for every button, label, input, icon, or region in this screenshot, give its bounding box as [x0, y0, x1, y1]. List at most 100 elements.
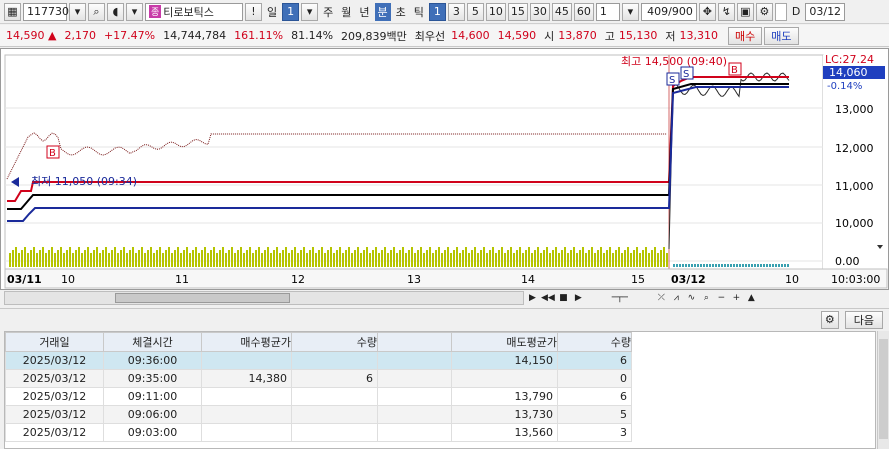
volume-bar [306, 253, 308, 267]
volume-bar [736, 264, 738, 267]
high-annotation: 최고 14,500 (09:40) [621, 55, 727, 68]
volume-bar [645, 247, 647, 267]
col-buy-avg[interactable]: 매수평균가 [201, 332, 292, 352]
volume-bar [261, 253, 263, 267]
minus-icon[interactable]: − [715, 291, 728, 305]
plus-icon[interactable]: + [730, 291, 743, 305]
code-dropdown[interactable]: ▾ [69, 2, 86, 21]
save-icon[interactable]: ▣ [736, 2, 754, 21]
volume-bar [666, 253, 668, 267]
interval-input[interactable]: 1 [595, 2, 620, 21]
col-trade-date[interactable]: 거래일 [5, 332, 104, 352]
trade-list-toolbar: ⚙ 다음 [0, 308, 889, 330]
volume-bar [156, 250, 158, 267]
interval-15[interactable]: 15 [507, 2, 528, 21]
table-row[interactable]: 2025/03/12 09:35:00 14,380 6 0 [5, 369, 632, 388]
volume-bar [480, 250, 482, 267]
period-second[interactable]: 초 [393, 3, 409, 21]
play-icon[interactable]: ▶ [572, 291, 585, 305]
volume-bar [285, 247, 287, 267]
alert-button[interactable]: ! [245, 2, 262, 21]
volume-bar [135, 253, 137, 267]
interval-5[interactable]: 5 [466, 2, 484, 21]
period-year[interactable]: 년 [356, 3, 372, 21]
draw-tool-icon[interactable]: ⤫ [655, 291, 668, 305]
table-row[interactable]: 2025/03/12 09:36:00 14,150 6 [5, 351, 632, 370]
interval-45[interactable]: 45 [551, 2, 572, 21]
sell-button[interactable]: 매도 [764, 26, 799, 45]
date-input[interactable]: 03/12 [805, 2, 846, 21]
zoom-slider[interactable]: ─┬─ [587, 291, 653, 305]
grid-vertical-scrollbar[interactable] [877, 331, 889, 449]
table-row[interactable]: 2025/03/12 09:11:00 13,790 6 [5, 387, 632, 406]
stock-name-field[interactable]: 종 티로보틱스 [145, 2, 243, 21]
volume-bar [739, 264, 741, 267]
interval-30[interactable]: 30 [529, 2, 550, 21]
volume-bar [450, 253, 452, 267]
table-row[interactable]: 2025/03/12 09:06:00 13,730 5 [5, 405, 632, 424]
date-checkbox[interactable] [774, 2, 787, 21]
stock-code-input[interactable]: 117730 [23, 2, 69, 21]
scroll-right-icon[interactable]: ▶ [526, 291, 539, 305]
volume-bar [231, 247, 233, 267]
col-exec-time[interactable]: 체결시간 [103, 332, 202, 352]
settings-gear-icon[interactable]: ⚙ [755, 2, 773, 21]
volume-bar [531, 253, 533, 267]
volume-bar [120, 250, 122, 267]
volume-bar [751, 264, 753, 267]
interval-3[interactable]: 3 [447, 2, 465, 21]
zoom-icon[interactable]: ⌕ [700, 291, 713, 305]
volume-bar [624, 250, 626, 267]
settings-gear-icon-2[interactable]: ⚙ [820, 310, 839, 329]
volume-bar [504, 253, 506, 267]
chart-canvas[interactable]: 최고 14,500 (09:40) 최저 11,050 (09:34) B S … [1, 49, 888, 289]
period-day[interactable]: 일 [264, 3, 280, 21]
rewind-icon[interactable]: ◀◀ [541, 291, 555, 305]
interval-10[interactable]: 10 [485, 2, 506, 21]
period-week[interactable]: 주 [320, 3, 336, 21]
col-sell-avg[interactable]: 매도평균가 [451, 332, 558, 352]
period-dropdown[interactable]: ▾ [301, 2, 319, 21]
volume-bar [201, 250, 203, 267]
volume-bar [630, 253, 632, 267]
chart-tools-icon[interactable]: ✥ [698, 2, 716, 21]
wave-icon[interactable]: ∿ [685, 291, 698, 305]
volume-bar [733, 264, 735, 267]
volume-bar [639, 253, 641, 267]
current-price: 14,590 ▲ [6, 29, 57, 42]
col-sell-qty[interactable]: 수량 [557, 332, 632, 352]
volume-bar [691, 264, 693, 267]
volume-bar [291, 250, 293, 267]
volume-bar [390, 250, 392, 267]
volume-bar [15, 247, 17, 267]
chart-scroll-thumb[interactable] [115, 293, 290, 303]
volume-bar [159, 247, 161, 267]
period-month[interactable]: 월 [338, 3, 354, 21]
table-row[interactable]: 2025/03/12 09:03:00 13,560 3 [5, 423, 632, 442]
interval-60[interactable]: 60 [573, 2, 594, 21]
volume-bar [516, 250, 518, 267]
volume-bar [453, 250, 455, 267]
buy-button[interactable]: 매수 [728, 26, 763, 45]
col-buy-qty[interactable]: 수량 [291, 332, 378, 352]
grid-scroll-thumb[interactable] [879, 339, 888, 439]
next-button[interactable]: 다음 [844, 310, 883, 329]
trend-icon[interactable]: ⩘ [670, 291, 683, 305]
speaker-dropdown[interactable]: ▾ [126, 2, 143, 21]
stop-icon[interactable]: ■ [557, 291, 570, 305]
period-minute[interactable]: 분 [374, 2, 391, 21]
price-chart[interactable]: 최고 14,500 (09:40) 최저 11,050 (09:34) B S … [0, 48, 889, 290]
speaker-icon[interactable]: ◖ [107, 2, 124, 21]
interval-dropdown[interactable]: ▾ [621, 2, 639, 21]
up-icon[interactable]: ▲ [745, 291, 758, 305]
search-icon[interactable]: ⌕ [88, 2, 105, 21]
sell-marker-label: S [669, 75, 675, 86]
indicator-icon[interactable]: ↯ [717, 2, 735, 21]
chart-scrollbar[interactable] [4, 291, 524, 305]
grid-icon[interactable]: ▦ [4, 2, 21, 21]
period-tick[interactable]: 틱 [411, 3, 427, 21]
volume-bar [162, 253, 164, 267]
volume-bar [336, 250, 338, 267]
period-number-select[interactable]: 1 [282, 2, 300, 21]
interval-1[interactable]: 1 [428, 2, 446, 21]
